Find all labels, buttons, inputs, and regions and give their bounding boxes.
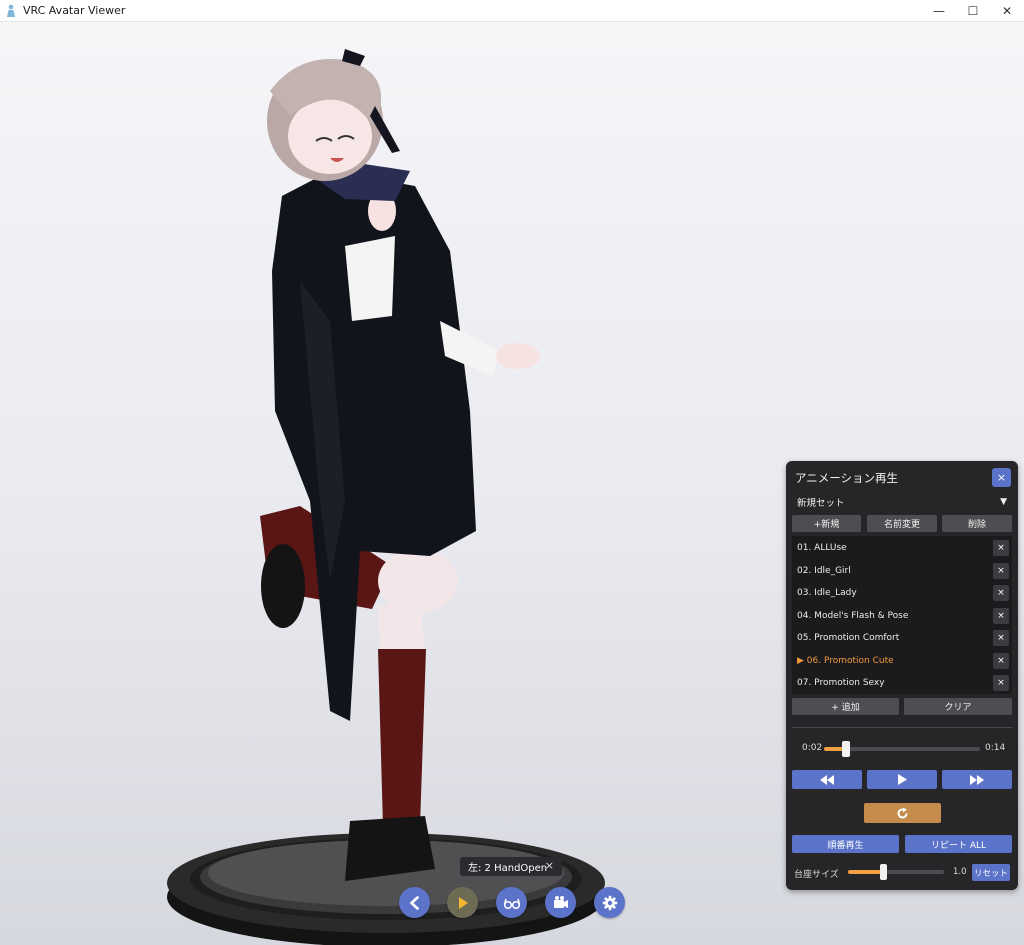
- remove-item-button[interactable]: ×: [993, 652, 1009, 669]
- list-item-active[interactable]: ▶ 06. Promotion Cute ×: [792, 650, 1012, 672]
- divider: [792, 727, 1012, 728]
- remove-item-button[interactable]: ×: [993, 675, 1009, 691]
- list-item[interactable]: 07. Promotion Sexy ×: [792, 672, 1012, 694]
- list-item-label: 02. Idle_Girl: [797, 565, 851, 576]
- list-item-label: ▶ 06. Promotion Cute: [797, 655, 894, 666]
- set-dropdown[interactable]: 新規セット ▼: [797, 495, 1007, 509]
- view-mode-button[interactable]: [496, 887, 527, 918]
- window-title: VRC Avatar Viewer: [23, 4, 126, 17]
- remove-item-button[interactable]: ×: [993, 630, 1009, 646]
- rename-set-button[interactable]: 名前変更: [867, 515, 937, 532]
- list-item-label: 05. Promotion Comfort: [797, 633, 900, 643]
- list-item-label: 03. Idle_Lady: [797, 588, 857, 598]
- base-size-value: 1.0: [953, 867, 967, 877]
- list-item-label: 01. ALLUse: [797, 543, 847, 553]
- panel-title: アニメーション再生: [795, 471, 899, 485]
- repeat-icon: [897, 807, 908, 818]
- animation-panel-toggle-button[interactable]: [447, 887, 478, 918]
- camera-button[interactable]: [545, 887, 576, 918]
- hand-gesture-chip: 左: 2 HandOpen ×: [460, 857, 562, 876]
- remove-item-button[interactable]: ×: [993, 585, 1009, 601]
- minimize-button[interactable]: —: [922, 0, 956, 21]
- remove-item-button[interactable]: ×: [993, 562, 1009, 579]
- list-item-label: 04. Model's Flash & Pose: [797, 610, 909, 621]
- clear-list-button[interactable]: クリア: [904, 698, 1012, 715]
- list-item[interactable]: 03. Idle_Lady ×: [792, 582, 1012, 604]
- current-time: 0:02: [802, 743, 823, 753]
- gear-icon: [602, 895, 617, 910]
- back-button[interactable]: [399, 887, 430, 918]
- play-button[interactable]: [867, 770, 937, 789]
- play-icon: [458, 896, 468, 909]
- previous-button[interactable]: [792, 770, 862, 789]
- remove-item-button[interactable]: ×: [993, 607, 1009, 624]
- reset-button[interactable]: リセット: [972, 864, 1010, 881]
- play-icon: [898, 774, 907, 785]
- repeat-all-button[interactable]: リピート ALL: [905, 835, 1012, 853]
- maximize-button[interactable]: ☐: [956, 0, 990, 21]
- total-time: 0:14: [985, 743, 1006, 753]
- next-button[interactable]: [942, 770, 1012, 789]
- base-size-progress: [848, 870, 884, 874]
- remove-item-button[interactable]: ×: [993, 540, 1009, 556]
- app-icon: [7, 4, 15, 17]
- glasses-icon: [503, 898, 520, 909]
- close-window-button[interactable]: ✕: [990, 0, 1024, 21]
- animation-list: 01. ALLUse × 02. Idle_Girl × 03. Idle_La…: [792, 536, 1012, 694]
- set-name: 新規セット: [797, 498, 845, 509]
- new-set-button[interactable]: +新規: [792, 515, 861, 532]
- avatar-model: [260, 49, 540, 881]
- camera-icon: [553, 895, 568, 908]
- list-item[interactable]: 01. ALLUse ×: [792, 537, 1012, 559]
- list-item[interactable]: 02. Idle_Girl ×: [792, 560, 1012, 582]
- base-size-label: 台座サイズ: [794, 870, 839, 880]
- rewind-icon: [820, 774, 834, 785]
- base-size-handle[interactable]: [880, 864, 888, 880]
- delete-set-button[interactable]: 削除: [942, 515, 1012, 532]
- animation-panel: アニメーション再生 × 新規セット ▼ +新規 名前変更 削除 01. ALLU…: [786, 461, 1018, 890]
- seek-slider[interactable]: [824, 741, 980, 757]
- loop-toggle-button[interactable]: [864, 803, 941, 823]
- settings-button[interactable]: [594, 887, 625, 918]
- chevron-down-icon: ▼: [1000, 497, 1007, 507]
- base-size-slider[interactable]: [848, 864, 944, 880]
- back-icon: [409, 895, 419, 910]
- list-item[interactable]: 05. Promotion Comfort ×: [792, 627, 1012, 649]
- panel-close-button[interactable]: ×: [992, 468, 1011, 487]
- list-item[interactable]: 04. Model's Flash & Pose ×: [792, 605, 1012, 627]
- list-item-label: 07. Promotion Sexy: [797, 678, 885, 688]
- fast-forward-icon: [970, 774, 984, 785]
- sequential-play-button[interactable]: 順番再生: [792, 835, 899, 853]
- add-animation-button[interactable]: + 追加: [792, 698, 899, 715]
- title-bar: VRC Avatar Viewer — ☐ ✕: [0, 0, 1024, 22]
- hand-chip-close-button[interactable]: ×: [545, 859, 554, 872]
- hand-gesture-label: 左: 2 HandOpen: [468, 863, 548, 874]
- seek-handle[interactable]: [842, 741, 851, 757]
